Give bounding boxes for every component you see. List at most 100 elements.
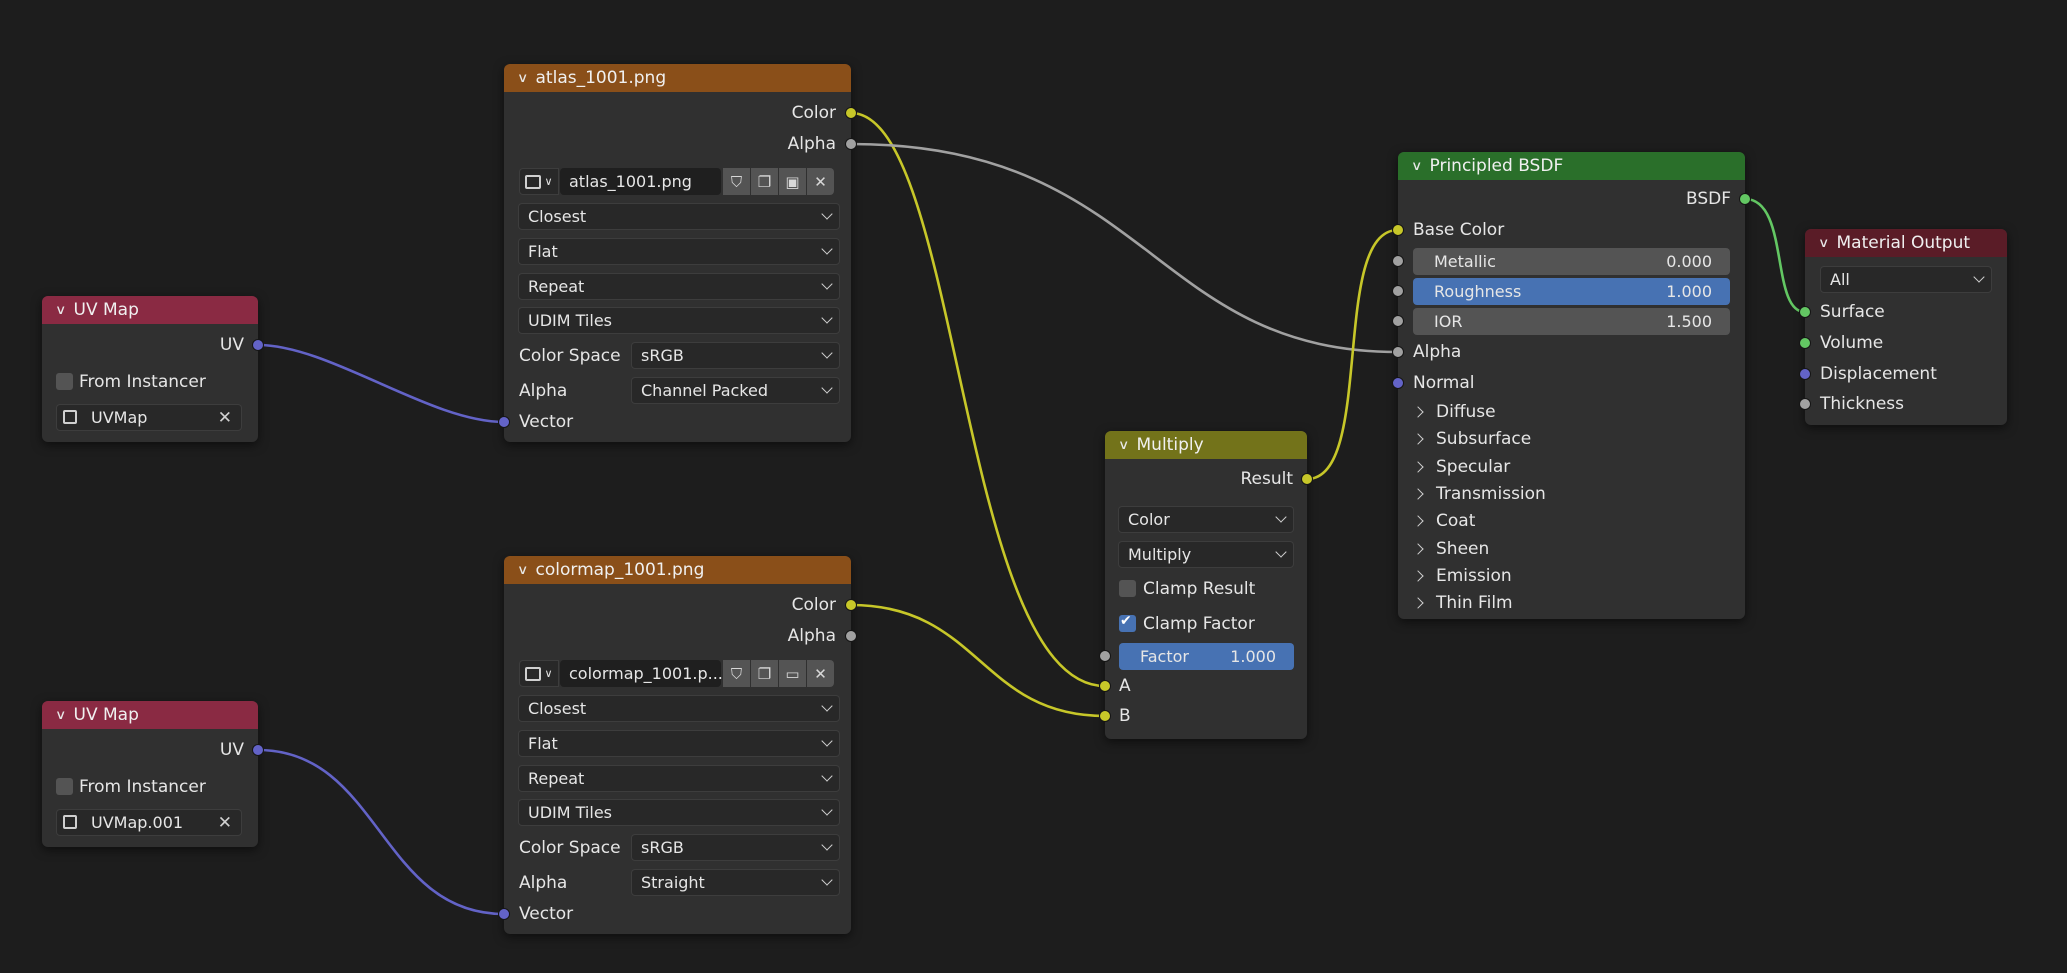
chevron-down-icon[interactable]: ∨ (1118, 438, 1129, 453)
node-header[interactable]: ∨ UV Map (42, 296, 258, 324)
uv-map-node-2[interactable]: ∨ UV Map UV From Instancer UVMap.001 ✕ (42, 701, 264, 847)
node-header[interactable]: ∨ Material Output (1805, 229, 2007, 257)
duplicate-button[interactable]: ❐ (751, 660, 778, 687)
alpha-output-socket[interactable] (845, 630, 857, 642)
base-color-input-socket[interactable] (1392, 224, 1404, 236)
image-texture-node-colormap[interactable]: ∨ colormap_1001.png Color Alpha ∨ colorm… (498, 556, 857, 934)
color-output-socket[interactable] (845, 599, 857, 611)
data-type-value: Color (1128, 510, 1170, 529)
chevron-down-icon[interactable]: ∨ (1818, 236, 1829, 251)
ior-slider[interactable]: IOR 1.500 (1413, 308, 1730, 335)
fake-user-button[interactable]: ⛉ (723, 660, 750, 687)
chevron-down-icon[interactable]: ∨ (55, 708, 66, 723)
alpha-input-socket[interactable] (1392, 346, 1404, 358)
displacement-input-socket[interactable] (1799, 368, 1811, 380)
alpha-mode-dropdown[interactable]: Channel Packed (631, 377, 840, 404)
source-dropdown[interactable]: UDIM Tiles (518, 307, 840, 334)
uv-output-socket[interactable] (252, 339, 264, 351)
vector-input-socket[interactable] (498, 416, 510, 428)
source-dropdown[interactable]: UDIM Tiles (518, 799, 840, 826)
material-output-node[interactable]: ∨ Material Output All Surface Volume Dis… (1799, 229, 2007, 425)
chevron-down-icon[interactable]: ∨ (517, 71, 528, 86)
panel-coat[interactable]: Coat (1412, 511, 1714, 533)
ior-label: IOR (1434, 312, 1463, 331)
color-space-dropdown[interactable]: sRGB (631, 834, 840, 861)
duplicate-button[interactable]: ❐ (751, 168, 778, 195)
mix-multiply-node[interactable]: ∨ Multiply Result Color Multiply Clamp R… (1099, 431, 1313, 739)
uv-map-node[interactable]: ∨ UV Map UV From Instancer UVMap ✕ (42, 296, 264, 442)
chevron-down-icon[interactable]: ∨ (55, 303, 66, 318)
image-browse-button[interactable]: ∨ (519, 660, 559, 687)
roughness-slider[interactable]: Roughness 1.000 (1413, 278, 1730, 305)
factor-input-socket[interactable] (1099, 650, 1111, 662)
uv-output-socket[interactable] (252, 744, 264, 756)
volume-input-socket[interactable] (1799, 337, 1811, 349)
unlink-button[interactable]: ✕ (807, 168, 834, 195)
clamp-factor-checkbox[interactable]: ✔ (1119, 613, 1136, 632)
clamp-result-checkbox[interactable] (1119, 580, 1136, 597)
node-header[interactable]: ∨ Multiply (1105, 431, 1307, 459)
uvmap-field[interactable]: UVMap ✕ (56, 404, 242, 431)
node-header[interactable]: ∨ UV Map (42, 701, 258, 729)
panel-subsurface[interactable]: Subsurface (1412, 429, 1714, 451)
uvmap-field[interactable]: UVMap.001 ✕ (56, 809, 242, 836)
roughness-input-socket[interactable] (1392, 285, 1404, 297)
color-output-socket[interactable] (845, 107, 857, 119)
metallic-label: Metallic (1434, 252, 1496, 271)
projection-dropdown[interactable]: Flat (518, 730, 840, 757)
panel-diffuse[interactable]: Diffuse (1412, 402, 1714, 424)
panel-sheen[interactable]: Sheen (1412, 539, 1714, 561)
bsdf-output-socket[interactable] (1739, 193, 1751, 205)
result-output-socket[interactable] (1301, 473, 1313, 485)
panel-thin-film[interactable]: Thin Film (1412, 593, 1714, 615)
principled-bsdf-node[interactable]: ∨ Principled BSDF BSDF Base Color Metall… (1392, 152, 1751, 619)
node-title: UV Map (73, 300, 139, 320)
ior-input-socket[interactable] (1392, 315, 1404, 327)
a-input-socket[interactable] (1099, 680, 1111, 692)
image-texture-node-atlas[interactable]: ∨ atlas_1001.png Color Alpha ∨ atlas_100… (498, 64, 857, 442)
x-icon[interactable]: ✕ (218, 408, 232, 428)
chevron-right-icon (1412, 406, 1424, 418)
panel-specular[interactable]: Specular (1412, 457, 1714, 479)
data-type-dropdown[interactable]: Color (1118, 506, 1294, 533)
vector-input-socket[interactable] (498, 908, 510, 920)
open-file-button[interactable]: ▭ (779, 660, 806, 687)
surface-input-socket[interactable] (1799, 306, 1811, 318)
metallic-input-socket[interactable] (1392, 255, 1404, 267)
node-header[interactable]: ∨ colormap_1001.png (504, 556, 851, 584)
panel-transmission[interactable]: Transmission (1412, 484, 1714, 506)
from-instancer-checkbox[interactable] (56, 373, 73, 390)
image-name-field[interactable]: atlas_1001.png (560, 168, 721, 195)
target-dropdown[interactable]: All (1820, 266, 1992, 293)
alpha-mode-dropdown[interactable]: Straight (631, 869, 840, 896)
alpha-output-socket[interactable] (845, 138, 857, 150)
chevron-down-icon[interactable]: ∨ (1411, 159, 1422, 174)
image-browse-button[interactable]: ∨ (519, 168, 559, 195)
projection-dropdown[interactable]: Flat (518, 238, 840, 265)
factor-slider[interactable]: Factor 1.000 (1119, 643, 1294, 670)
normal-input-socket[interactable] (1392, 377, 1404, 389)
metallic-slider[interactable]: Metallic 0.000 (1413, 248, 1730, 275)
color-space-dropdown[interactable]: sRGB (631, 342, 840, 369)
pack-button[interactable]: ▣ (779, 168, 806, 195)
from-instancer-checkbox[interactable] (56, 778, 73, 795)
interpolation-dropdown[interactable]: Closest (518, 695, 840, 722)
x-icon[interactable]: ✕ (218, 813, 232, 833)
extension-dropdown[interactable]: Repeat (518, 765, 840, 792)
b-input-socket[interactable] (1099, 710, 1111, 722)
fake-user-button[interactable]: ⛉ (723, 168, 750, 195)
link-multiply-result-to-base-color (1306, 228, 1399, 481)
chevron-down-icon[interactable]: ∨ (517, 563, 528, 578)
unlink-button[interactable]: ✕ (807, 660, 834, 687)
blend-mode-value: Multiply (1128, 545, 1192, 564)
thickness-input-socket[interactable] (1799, 398, 1811, 410)
panel-emission[interactable]: Emission (1412, 566, 1714, 588)
blend-mode-dropdown[interactable]: Multiply (1118, 541, 1294, 568)
node-header[interactable]: ∨ Principled BSDF (1398, 152, 1745, 180)
chevron-right-icon (1412, 597, 1424, 609)
interpolation-dropdown[interactable]: Closest (518, 203, 840, 230)
extension-dropdown[interactable]: Repeat (518, 273, 840, 300)
panel-label: Subsurface (1436, 429, 1532, 450)
node-header[interactable]: ∨ atlas_1001.png (504, 64, 851, 92)
image-name-field[interactable]: colormap_1001.p... (560, 660, 723, 687)
